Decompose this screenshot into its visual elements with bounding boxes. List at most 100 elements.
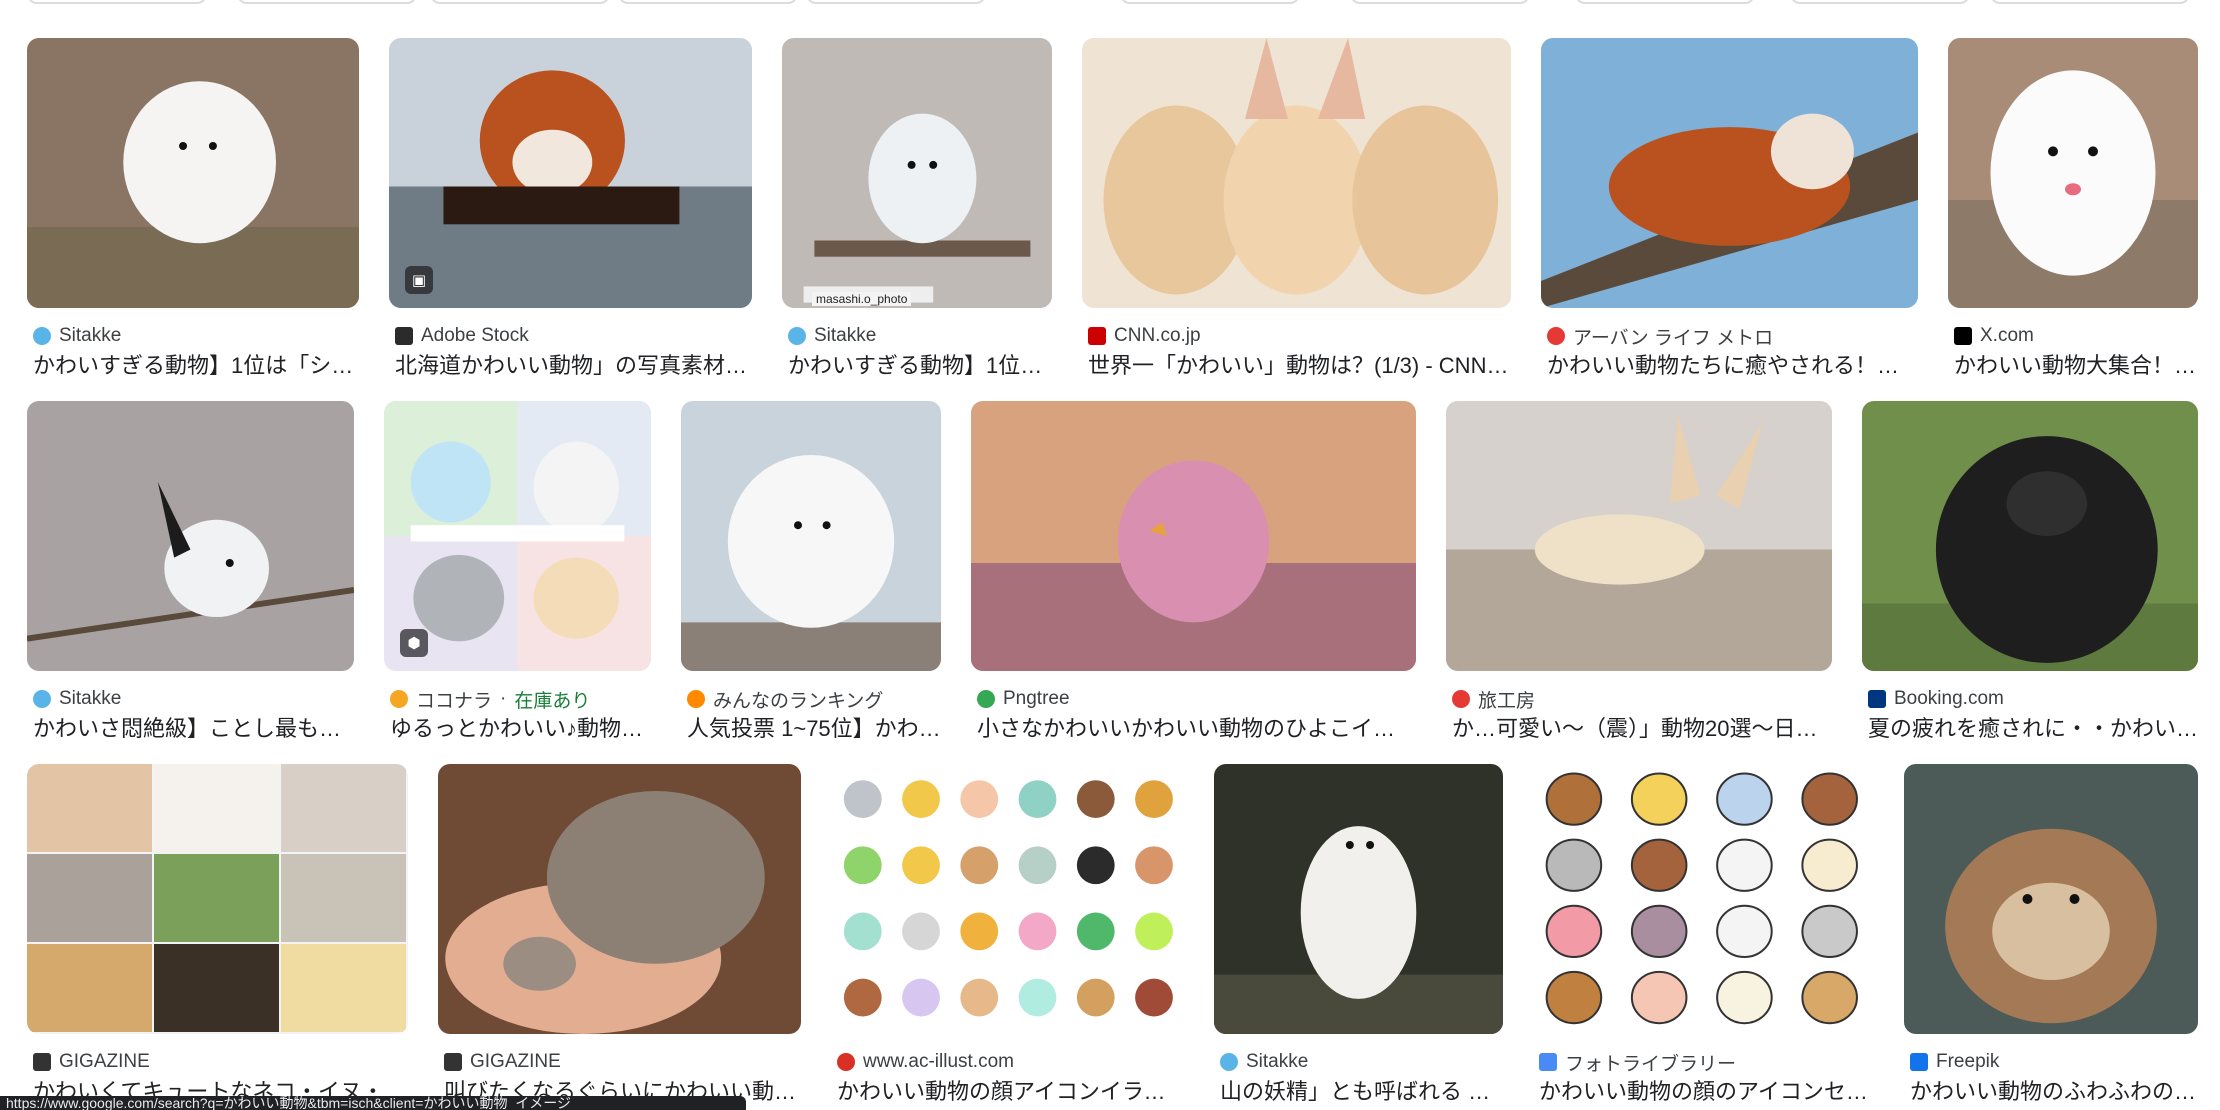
result-source[interactable]: Adobe Stock [395,322,752,350]
result-title[interactable]: 北海道かわいい動物」の写真素材 | … [395,350,752,382]
result-source[interactable]: アーバン ライフ メトロ [1547,322,1918,350]
result-thumbnail[interactable] [438,764,801,1034]
result-source[interactable]: ココナラ · 在庫あり [390,685,651,713]
result-source[interactable]: GIGAZINE [444,1048,801,1076]
result-title[interactable]: かわいい動物の顔アイコンイラス… [837,1076,1184,1108]
image-result[interactable]: Sitakke 山の妖精」とも呼ばれる こ… [1214,764,1503,1110]
result-thumbnail[interactable] [681,401,941,671]
result-source[interactable]: Sitakke [33,685,354,713]
thumbnail-image [681,401,941,671]
image-result[interactable]: X.com かわいい動物大集合！ … [1948,38,2198,388]
sitakke-icon [33,327,51,345]
result-source[interactable]: X.com [1954,322,2198,350]
result-thumbnail[interactable] [27,401,354,671]
source-name: アーバン ライフ メトロ [1573,327,1774,349]
result-thumbnail[interactable] [1541,38,1918,308]
image-result[interactable]: ▣ Adobe Stock 北海道かわいい動物」の写真素材 | … [389,38,752,388]
result-thumbnail[interactable] [1533,764,1874,1034]
filter-chip[interactable] [27,0,207,4]
ac-illust-icon [837,1053,855,1071]
image-result[interactable]: フォトライブラリー かわいい動物の顔のアイコンセ… [1533,764,1874,1110]
image-result[interactable]: CNN.co.jp 世界一「かわいい」動物は？(1/3) - CNN.… [1082,38,1511,388]
result-source[interactable]: Freepik [1910,1048,2198,1076]
filter-chip[interactable] [430,0,610,4]
image-result[interactable]: masashi.o_photo Sitakke かわいすぎる動物】1位… [782,38,1052,388]
image-result[interactable]: みんなのランキング 人気投票 1~75位】かわ… [681,401,941,751]
freepik-icon [1910,1053,1928,1071]
image-result[interactable]: Booking.com 夏の疲れを癒されに・・かわい… [1862,401,2198,751]
result-title[interactable]: 小さなかわいいかわいい動物のひよこイラ… [977,713,1416,745]
thumbnail-image [1214,764,1503,1034]
result-title[interactable]: 人気投票 1~75位】かわ… [687,713,941,745]
result-title[interactable]: かわいさ悶絶級】ことし最も「… [33,713,354,745]
image-result[interactable]: GIGAZINE かわいくてキュートなネコ・イヌ・… [27,764,408,1110]
filter-chip[interactable] [1350,0,1530,4]
result-thumbnail[interactable]: ⬢ [384,401,651,671]
result-source[interactable]: www.ac-illust.com [837,1048,1184,1076]
x-icon [1954,327,1972,345]
thumbnail-image [1862,401,2198,671]
result-title[interactable]: かわいい動物大集合！ … [1954,350,2198,382]
image-result[interactable]: GIGAZINE 叫びたくなるぐらいにかわいい動… [438,764,801,1110]
result-title[interactable]: かわいい動物たちに癒やされる！都… [1547,350,1918,382]
image-result[interactable]: 旅工房 か…可愛い〜（震）」動物20選〜日々… [1446,401,1832,751]
urban-life-icon [1547,327,1565,345]
filter-chip[interactable] [618,0,798,4]
filter-chip[interactable] [237,0,417,4]
filter-chip[interactable] [1790,0,1970,4]
tabikobo-icon [1452,690,1470,708]
filter-chip[interactable] [1120,0,1300,4]
result-source[interactable]: Sitakke [788,322,1052,350]
thumbnail-image [971,401,1416,671]
result-thumbnail[interactable] [1948,38,2198,308]
result-source[interactable]: みんなのランキング [687,685,941,713]
image-result[interactable]: アーバン ライフ メトロ かわいい動物たちに癒やされる！都… [1541,38,1918,388]
image-result[interactable]: Sitakke かわいすぎる動物】1位は「シ… [27,38,359,388]
image-result[interactable]: Sitakke かわいさ悶絶級】ことし最も「… [27,401,354,751]
result-thumbnail[interactable] [831,764,1184,1034]
result-title[interactable]: 世界一「かわいい」動物は？(1/3) - CNN.… [1088,350,1511,382]
result-thumbnail[interactable]: ▣ [389,38,752,308]
result-title[interactable]: かわいい動物の顔のアイコンセ… [1539,1076,1874,1108]
filter-chip[interactable] [806,0,986,4]
result-thumbnail[interactable] [1904,764,2198,1034]
filter-chip[interactable] [1575,0,1755,4]
result-thumbnail[interactable] [27,38,359,308]
source-name: Sitakke [59,325,122,346]
source-name: ココナラ [416,690,493,712]
image-result[interactable]: ⬢ ココナラ · 在庫あり ゆるっとかわいい♪動物… [384,401,651,751]
image-result[interactable]: Freepik かわいい動物のふわふわの… [1904,764,2198,1110]
source-name: GIGAZINE [59,1051,150,1072]
result-source[interactable]: GIGAZINE [33,1048,408,1076]
sitakke-icon [1220,1053,1238,1071]
result-thumbnail[interactable] [1214,764,1503,1034]
result-source[interactable]: Sitakke [1220,1048,1503,1076]
cnn-icon [1088,327,1106,345]
result-title[interactable]: かわいすぎる動物】1位… [788,350,1052,382]
result-source[interactable]: Sitakke [33,322,359,350]
result-thumbnail[interactable] [1862,401,2198,671]
result-source[interactable]: Pngtree [977,685,1416,713]
result-source[interactable]: 旅工房 [1452,685,1832,713]
filter-chip[interactable] [1990,0,2190,4]
result-source[interactable]: フォトライブラリー [1539,1048,1874,1076]
result-thumbnail[interactable]: masashi.o_photo [782,38,1052,308]
gigazine-icon [33,1053,51,1071]
result-title[interactable]: かわいすぎる動物】1位は「シ… [33,350,359,382]
result-title[interactable]: か…可愛い〜（震）」動物20選〜日々… [1452,713,1832,745]
image-result[interactable]: www.ac-illust.com かわいい動物の顔アイコンイラス… [831,764,1184,1110]
result-title[interactable]: かわいい動物のふわふわの… [1910,1076,2198,1108]
pngtree-icon [977,690,995,708]
result-title[interactable]: 夏の疲れを癒されに・・かわい… [1868,713,2198,745]
result-title[interactable]: ゆるっとかわいい♪動物… [390,713,651,745]
source-name: Sitakke [814,325,877,346]
image-result[interactable]: Pngtree 小さなかわいいかわいい動物のひよこイラ… [971,401,1416,751]
result-source[interactable]: Booking.com [1868,685,2198,713]
result-title[interactable]: 山の妖精」とも呼ばれる こ… [1220,1076,1503,1108]
result-thumbnail[interactable] [1446,401,1832,671]
source-name: Sitakke [1246,1051,1309,1072]
result-thumbnail[interactable] [1082,38,1511,308]
result-source[interactable]: CNN.co.jp [1088,322,1511,350]
result-thumbnail[interactable] [971,401,1416,671]
result-thumbnail[interactable] [27,764,408,1034]
